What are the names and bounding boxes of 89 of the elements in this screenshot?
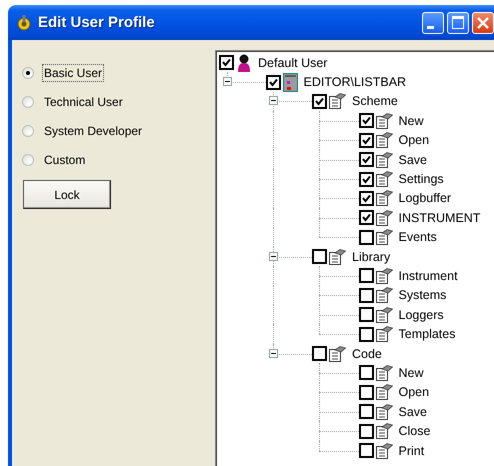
document-icon bbox=[376, 171, 392, 188]
lock-button[interactable]: Lock bbox=[23, 180, 111, 209]
minimize-button[interactable] bbox=[422, 12, 444, 34]
document-icon bbox=[376, 306, 392, 323]
collapse-toggle[interactable] bbox=[223, 77, 232, 86]
tree-item-label[interactable]: Close bbox=[398, 424, 430, 438]
document-icon bbox=[376, 152, 392, 168]
checkbox[interactable] bbox=[358, 268, 374, 284]
tree-item-label[interactable]: Print bbox=[398, 444, 424, 458]
document-icon bbox=[376, 287, 392, 304]
tree-item-label[interactable]: Systems bbox=[398, 288, 446, 302]
document-icon bbox=[376, 384, 392, 400]
radio-label[interactable]: Technical User bbox=[42, 92, 125, 110]
check-icon bbox=[362, 136, 370, 145]
checkbox[interactable] bbox=[266, 74, 280, 90]
tree-item-label[interactable]: INSTRUMENT bbox=[398, 210, 480, 225]
check-icon bbox=[362, 116, 370, 126]
checkbox[interactable] bbox=[358, 288, 374, 303]
document-icon bbox=[329, 346, 346, 362]
check-icon bbox=[222, 58, 231, 68]
checkbox[interactable] bbox=[358, 307, 374, 322]
checkbox[interactable] bbox=[312, 249, 327, 264]
checkbox[interactable] bbox=[358, 132, 374, 148]
person-icon bbox=[236, 54, 252, 72]
radio-button[interactable] bbox=[22, 66, 34, 78]
checkbox[interactable] bbox=[358, 230, 374, 245]
document-icon bbox=[376, 404, 392, 420]
tree-item-label[interactable]: Open bbox=[398, 133, 430, 148]
document-icon bbox=[376, 210, 392, 226]
tree-item-label[interactable]: New bbox=[398, 366, 424, 380]
checkbox[interactable] bbox=[358, 113, 374, 128]
tree-item-label[interactable]: Instrument bbox=[398, 268, 458, 283]
tree-item-label[interactable]: Library bbox=[352, 250, 390, 264]
checkbox[interactable] bbox=[358, 404, 374, 420]
checkbox[interactable] bbox=[358, 210, 374, 226]
checkbox[interactable] bbox=[219, 55, 234, 70]
check-icon bbox=[268, 78, 278, 87]
radio-button[interactable] bbox=[22, 96, 34, 108]
collapse-toggle[interactable] bbox=[269, 96, 278, 106]
tree-item-label[interactable]: Templates bbox=[398, 327, 456, 342]
collapse-toggle[interactable] bbox=[269, 252, 278, 261]
radio-button[interactable] bbox=[22, 154, 34, 166]
checkbox[interactable] bbox=[358, 172, 374, 187]
collapse-toggle[interactable] bbox=[269, 348, 278, 358]
tree-item-label[interactable]: Scheme bbox=[352, 94, 398, 108]
checkbox[interactable] bbox=[358, 190, 374, 206]
document-icon bbox=[376, 423, 392, 440]
checkbox[interactable] bbox=[312, 346, 327, 362]
radio-label[interactable]: System Developer bbox=[42, 122, 144, 140]
check-icon bbox=[362, 155, 370, 164]
tree-item-label[interactable]: Open bbox=[398, 385, 430, 400]
tree-item-label[interactable]: Events bbox=[398, 230, 437, 244]
document-icon bbox=[376, 132, 392, 148]
tree-item-label[interactable]: Logbuffer bbox=[398, 191, 452, 206]
check-icon bbox=[362, 213, 370, 222]
tree-item-label[interactable]: Save bbox=[398, 404, 427, 419]
checkbox[interactable] bbox=[358, 326, 374, 342]
tree-item-label[interactable]: Default User bbox=[258, 56, 328, 70]
document-icon bbox=[329, 93, 346, 110]
radio-button[interactable] bbox=[22, 124, 34, 136]
check-icon bbox=[315, 96, 324, 106]
document-icon bbox=[376, 229, 392, 246]
document-icon bbox=[376, 190, 392, 206]
checkbox[interactable] bbox=[358, 152, 374, 168]
gear-icon bbox=[15, 14, 33, 30]
tree-item-label[interactable]: EDITOR\LISTBAR bbox=[304, 75, 406, 90]
tree-item-label[interactable]: Code bbox=[352, 346, 382, 361]
document-icon bbox=[329, 248, 346, 265]
document-icon bbox=[376, 326, 392, 342]
radio-label[interactable]: Basic User bbox=[42, 64, 104, 82]
tree-item-label[interactable]: Save bbox=[398, 152, 427, 167]
checkbox[interactable] bbox=[358, 443, 374, 458]
document-icon bbox=[376, 268, 392, 284]
window-title: Edit User Profile bbox=[38, 14, 156, 31]
checkbox[interactable] bbox=[358, 384, 374, 400]
maximize-button[interactable] bbox=[447, 12, 469, 34]
document-icon bbox=[376, 442, 392, 458]
device-icon bbox=[282, 72, 298, 92]
tree-item-label[interactable]: Settings bbox=[398, 172, 444, 186]
checkbox[interactable] bbox=[358, 424, 374, 439]
radio-label[interactable]: Custom bbox=[42, 150, 88, 168]
close-icon bbox=[477, 16, 489, 28]
document-icon bbox=[376, 364, 392, 381]
checkbox[interactable] bbox=[312, 94, 327, 109]
document-icon bbox=[376, 112, 392, 129]
close-button[interactable] bbox=[472, 12, 494, 34]
tree-item-label[interactable]: Loggers bbox=[398, 308, 444, 322]
checkbox[interactable] bbox=[358, 365, 374, 380]
tree-item-label[interactable]: New bbox=[398, 114, 424, 128]
